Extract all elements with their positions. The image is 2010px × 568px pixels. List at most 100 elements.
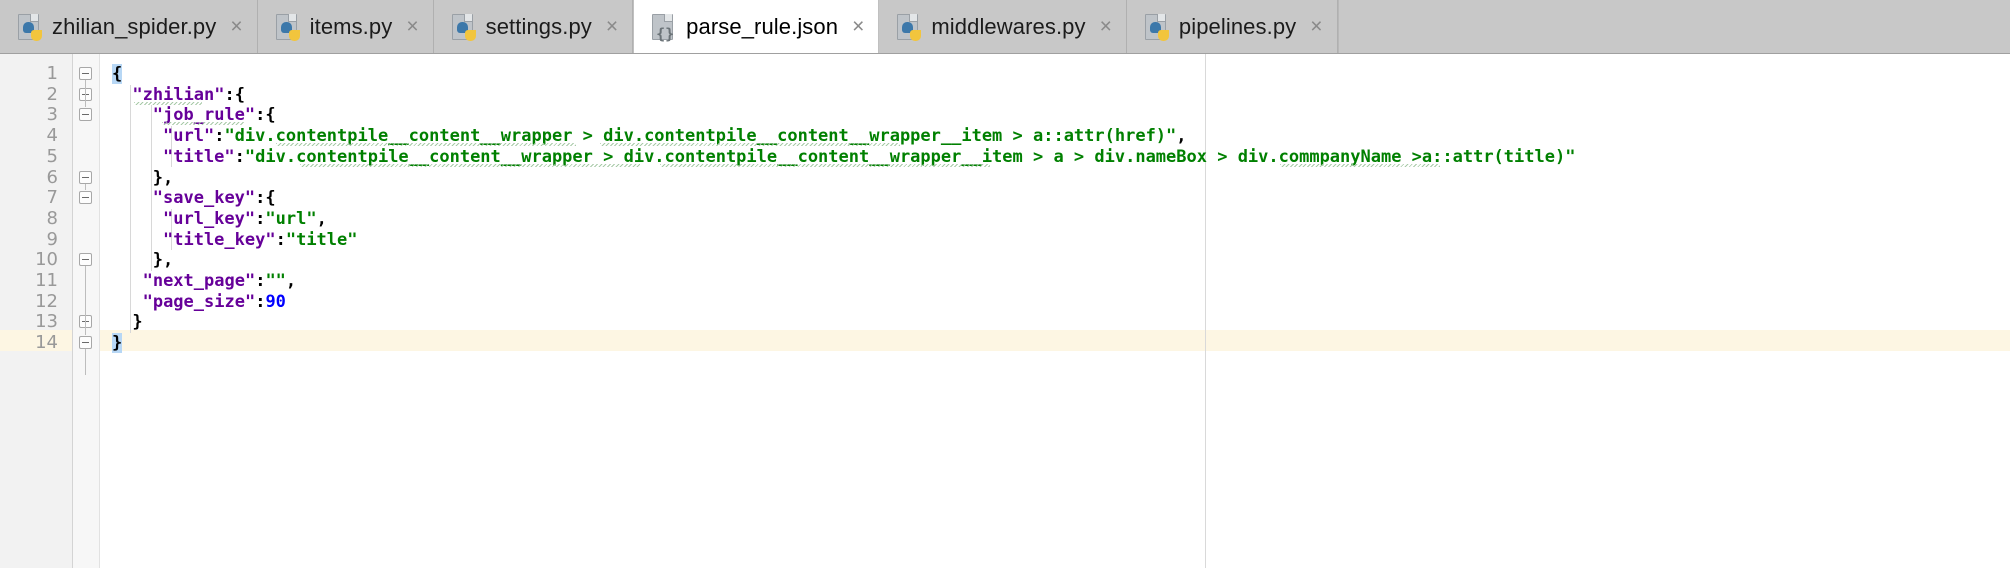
tab-parse-rule-json[interactable]: {} parse_rule.json × [633,0,880,53]
tab-label: pipelines.py [1178,13,1297,39]
code-token-punct: :{ [255,105,276,126]
editor-tab-bar: zhilian_spider.py × items.py × settings.py ×{… [0,0,2010,54]
json-file-icon: {} [650,13,676,41]
line-number: 9 [46,228,58,250]
right-margin-guide [1205,54,1206,568]
fold-toggle-icon[interactable] [79,253,92,267]
fold-toggle-icon[interactable] [79,108,92,122]
tab-label: middlewares.py [931,13,1086,39]
code-token-punct: }, [152,167,174,188]
tab-zhilian-spider-py[interactable]: zhilian_spider.py × [0,0,258,53]
fold-region-line [85,80,86,108]
tab-label: zhilian_spider.py [52,13,217,39]
code-content-area[interactable]: {"zhilian":{"job_rule":{"url":"div.conte… [100,54,2010,568]
line-number: 6 [46,166,58,188]
code-token-brace-hl: } [112,333,123,354]
code-line[interactable]: }, [153,168,173,188]
code-token-str: "title" [285,229,358,250]
code-token-punct: : [255,291,266,312]
code-token-key: "save_key" [152,188,256,209]
fold-region-line [85,183,86,191]
line-number: 12 [35,290,58,312]
code-token-punct: , [285,271,297,291]
tab-label: settings.py [485,13,592,39]
spellcheck-squiggle [660,163,990,167]
code-line[interactable]: } [132,312,142,332]
line-number: 11 [35,270,58,291]
fold-toggle-icon[interactable] [79,336,92,350]
line-number: 13 [35,311,58,333]
fold-region-line [85,349,86,376]
code-token-key: "url_key" [163,208,256,229]
python-file-icon [895,13,922,41]
tab-pipelines-py[interactable]: pipelines.py × [1126,0,1338,53]
tab-close-icon[interactable]: × [1310,16,1322,37]
python-file-icon [450,13,476,41]
code-token-str: "url" [265,208,317,229]
code-line[interactable]: "save_key":{ [153,188,276,208]
line-number-gutter: 1 2 3 4 5 6 7 8 9 10 11 12 13 14 [0,54,73,568]
line-number: 10 [35,249,58,271]
line-number: 3 [46,104,58,126]
tab-items-py[interactable]: items.py × [257,0,434,53]
code-token-punct: : [255,208,266,229]
tab-close-icon[interactable]: × [606,16,618,37]
code-token-key: "title" [163,146,235,167]
code-line[interactable]: "title_key":"title" [163,230,358,250]
code-token-punct: : [255,271,266,291]
indent-guide [130,84,132,334]
code-line[interactable]: } [112,333,123,354]
code-token-key: "next_page" [142,271,256,291]
tab-label: items.py [309,13,393,39]
spellcheck-squiggle [300,163,640,167]
spellcheck-squiggle [600,143,900,147]
code-token-num: 90 [265,291,286,312]
indent-guide [150,105,152,271]
line-number: 8 [46,207,58,229]
tab-settings-py[interactable]: settings.py × [433,0,634,53]
tab-middlewares-py[interactable]: middlewares.py × [879,0,1127,53]
spellcheck-squiggle [1280,163,1440,167]
spellcheck-squiggle [162,122,244,126]
code-token-key: "url" [163,126,215,147]
tab-close-icon[interactable]: × [852,16,864,37]
current-line-highlight [100,330,2010,352]
line-number: 5 [46,145,58,167]
code-line[interactable]: "url_key":"url", [163,209,327,229]
spellcheck-squiggle [134,101,202,105]
code-token-punct: : [234,146,245,167]
code-token-punct: :{ [224,84,245,105]
code-line[interactable]: }, [153,250,173,270]
tab-close-icon[interactable]: × [230,16,242,37]
code-line[interactable]: "page_size":90 [143,292,286,312]
code-line[interactable]: "next_page":"", [143,271,297,291]
code-token-key: "page_size" [142,291,256,312]
fold-toggle-icon[interactable] [79,67,92,80]
tab-close-icon[interactable]: × [406,16,418,37]
tab-label: parse_rule.json [686,13,839,39]
fold-toggle-icon[interactable] [79,170,92,184]
line-number: 7 [46,187,58,209]
line-number: 4 [46,125,58,147]
code-folding-gutter[interactable] [73,54,100,568]
tab-bar-empty-area [1337,0,2010,53]
line-number: 2 [46,83,58,105]
code-token-brace-hl: { [112,64,123,84]
spellcheck-squiggle [276,143,576,147]
code-line[interactable]: { [112,64,123,84]
code-token-key: "title_key" [163,229,276,250]
python-file-icon [16,13,42,41]
python-file-icon [274,13,300,41]
code-token-punct: }, [152,250,174,271]
line-number: 14 [35,332,58,354]
python-file-icon [1143,13,1169,41]
code-token-punct: , [316,208,327,229]
tab-close-icon[interactable]: × [1100,16,1112,37]
code-token-punct: :{ [255,188,276,209]
code-token-punct: , [1176,126,1187,147]
line-number: 1 [46,63,58,84]
code-token-punct: : [214,126,225,147]
fold-toggle-icon[interactable] [79,191,92,205]
code-token-punct: : [275,229,286,250]
code-editor[interactable]: 1 2 3 4 5 6 7 8 9 10 11 12 13 14 {"zhilian":{"job_rul… [0,54,2010,568]
